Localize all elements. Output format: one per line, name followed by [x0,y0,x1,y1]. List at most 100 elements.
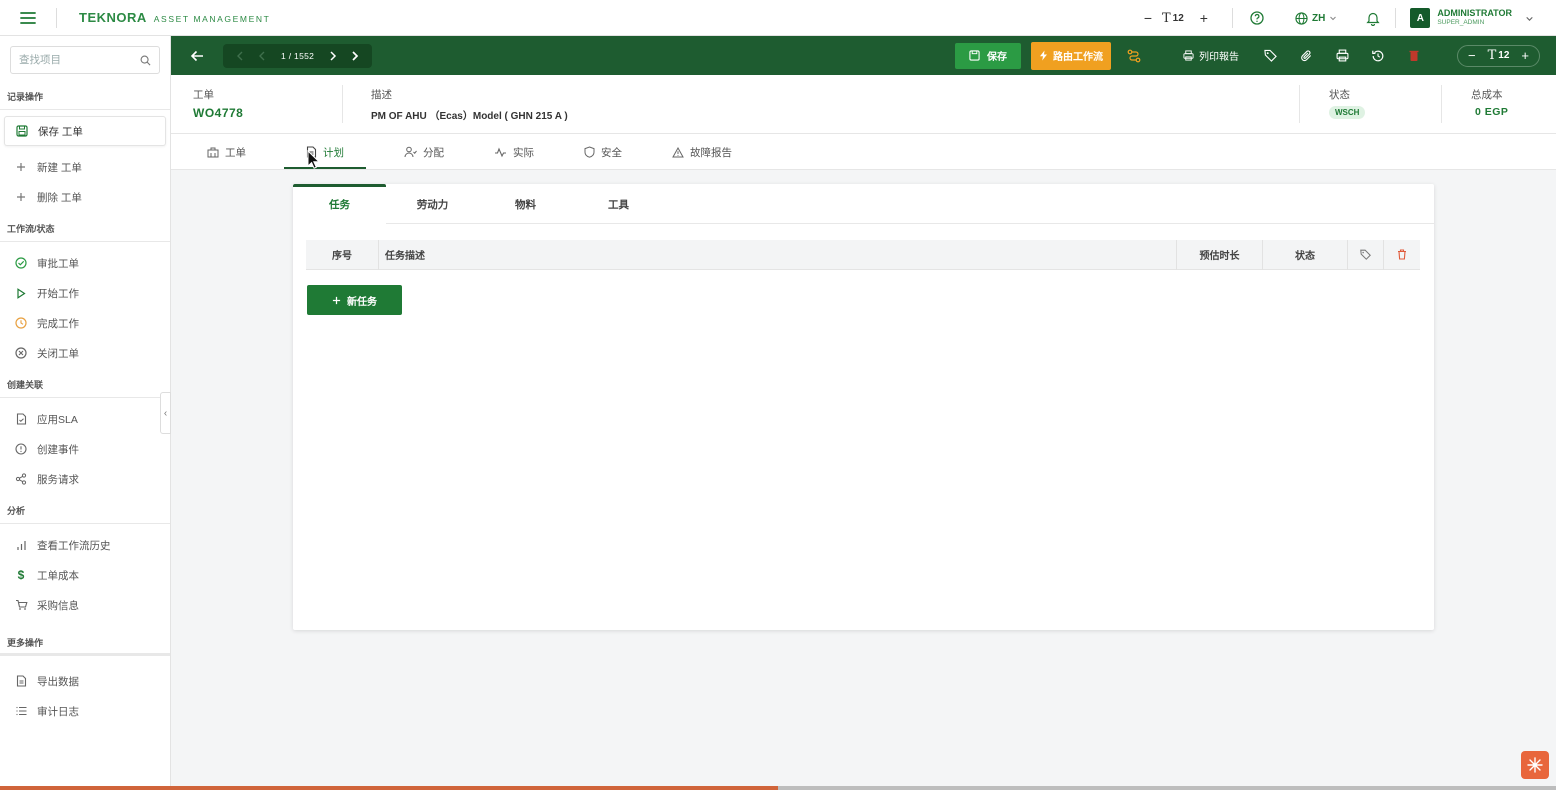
sidebar-item-service-request[interactable]: 服务请求 [0,464,170,494]
sidebar-item-incident[interactable]: 创建事件 [0,434,170,464]
building-icon [207,147,219,158]
font-decrease-button[interactable]: − [1468,48,1476,63]
sidebar: 记录操作 保存 工单 新建 工单 删除 工单 工作流/状态 审批工单 开始工作 … [0,36,171,790]
progress-fill [0,786,778,790]
user-name: ADMINISTRATOR [1437,8,1512,18]
sidebar-item-new[interactable]: 新建 工单 [0,152,170,182]
tab-workorder[interactable]: 工单 [195,134,258,170]
sidebar-item-delete[interactable]: 删除 工单 [0,182,170,212]
tab-failure-report[interactable]: 故障报告 [660,134,744,170]
page-progress-bar [0,786,1556,790]
search-input[interactable] [19,54,129,66]
save-button[interactable]: 保存 [955,42,1022,69]
print-report-button[interactable]: 列印報告 [1175,48,1247,63]
plus-icon [332,296,341,305]
wo-number-field: 工单 WO4778 [193,87,243,120]
route-workflow-button[interactable]: 路由工作流 [1031,41,1112,70]
user-menu[interactable]: A ADMINISTRATOR SUPER_ADMIN [1396,8,1556,28]
printer-icon[interactable] [1329,43,1355,69]
clock-icon [14,316,28,330]
section-record-actions: 记录操作 [0,84,170,110]
column-description: 任务描述 [379,239,1177,270]
sidebar-collapse-button[interactable]: ‹ [160,392,171,434]
description-value: PM OF AHU （Ecas）Model ( GHN 215 A ) [371,111,568,122]
font-decrease-button[interactable]: − [1144,10,1152,26]
assistant-icon[interactable] [1521,751,1549,779]
history-icon[interactable] [1365,43,1391,69]
route-icon[interactable] [1121,43,1147,69]
share-icon [14,472,28,486]
section-more: 更多操作 [0,630,170,656]
page-separator: / [288,50,292,61]
sidebar-item-cost[interactable]: $ 工单成本 [0,560,170,590]
subtab-materials[interactable]: 物料 [479,184,572,224]
tab-label: 计划 [323,146,344,159]
font-increase-button[interactable]: + [1521,48,1529,63]
brand-name: TEKNORA [79,10,147,25]
language-code: ZH [1311,12,1326,24]
sidebar-item-label: 关闭工单 [37,347,79,360]
tag-icon[interactable] [1348,239,1384,270]
sidebar-item-close[interactable]: 关闭工单 [0,338,170,368]
trash-icon[interactable] [1384,240,1420,270]
sidebar-item-audit[interactable]: 审计日志 [0,696,170,726]
tab-assign[interactable]: 分配 [392,134,456,170]
last-page-icon[interactable] [346,46,364,66]
plus-icon [14,160,28,174]
tab-plan[interactable]: 计划 [284,134,366,170]
plan-subtabs: 任务 劳动力 物料 工具 [293,184,1434,224]
sidebar-item-approve[interactable]: 审批工单 [0,248,170,278]
help-icon[interactable] [1239,0,1275,36]
divider [1441,85,1442,123]
total-cost-field: 总成本 0 EGP [1471,87,1508,118]
search-icon[interactable] [140,55,151,66]
globe-icon [1295,11,1308,25]
sidebar-item-label: 服务请求 [37,473,79,486]
document-check-icon [14,412,28,426]
tab-actual[interactable]: 实际 [482,134,546,170]
font-t-icon: T [1162,10,1171,26]
next-page-icon[interactable] [324,46,342,66]
sidebar-item-sla[interactable]: 应用SLA [0,404,170,434]
sidebar-item-history[interactable]: 查看工作流历史 [0,530,170,560]
bell-icon[interactable] [1355,0,1391,36]
delete-icon[interactable] [1401,43,1427,69]
alert-circle-icon [14,442,28,456]
font-t-icon: T [1487,48,1497,63]
sidebar-item-label: 删除 工单 [37,191,82,204]
app-logo: TEKNORA ASSET MANAGEMENT [79,10,270,25]
sidebar-item-start[interactable]: 开始工作 [0,278,170,308]
add-task-label: 新任务 [347,296,377,308]
search-box [10,46,160,74]
attachment-icon[interactable] [1293,43,1319,69]
status-label: 状态 [1329,89,1350,101]
page-current: 1 [281,50,287,61]
record-tabs: 工单 计划 分配 实际 安全 故障报告 [171,134,1556,170]
plan-card: 任务 劳动力 物料 工具 序号 任务描述 预估时长 状态 新任务 [293,184,1434,630]
document-icon [14,674,28,688]
sidebar-item-complete[interactable]: 完成工作 [0,308,170,338]
menu-icon[interactable] [0,0,56,36]
tag-icon[interactable] [1257,43,1283,69]
lightning-icon [1039,50,1048,61]
sidebar-item-label: 审批工单 [37,257,79,270]
status-badge: WSCH [1329,106,1366,119]
font-increase-button[interactable]: + [1200,10,1208,26]
sidebar-item-save[interactable]: 保存 工单 [4,116,166,146]
subtab-tasks[interactable]: 任务 [293,184,386,224]
status-field: 状态 WSCH [1329,87,1366,120]
tab-safety[interactable]: 安全 [572,134,634,170]
tab-label: 分配 [423,146,444,159]
prev-page-icon[interactable] [253,46,271,66]
divider [1231,8,1233,28]
sidebar-item-label: 保存 工单 [38,125,83,138]
subtab-labor[interactable]: 劳动力 [386,184,479,224]
first-page-icon[interactable] [231,46,249,66]
language-selector[interactable]: ZH [1281,11,1351,25]
sidebar-item-export[interactable]: 导出数据 [0,666,170,696]
font-size-value: 12 [1498,50,1510,61]
sidebar-item-purchase[interactable]: 采购信息 [0,590,170,620]
subtab-tools[interactable]: 工具 [572,184,665,224]
add-task-button[interactable]: 新任务 [307,285,402,315]
back-arrow-icon[interactable] [171,36,223,75]
